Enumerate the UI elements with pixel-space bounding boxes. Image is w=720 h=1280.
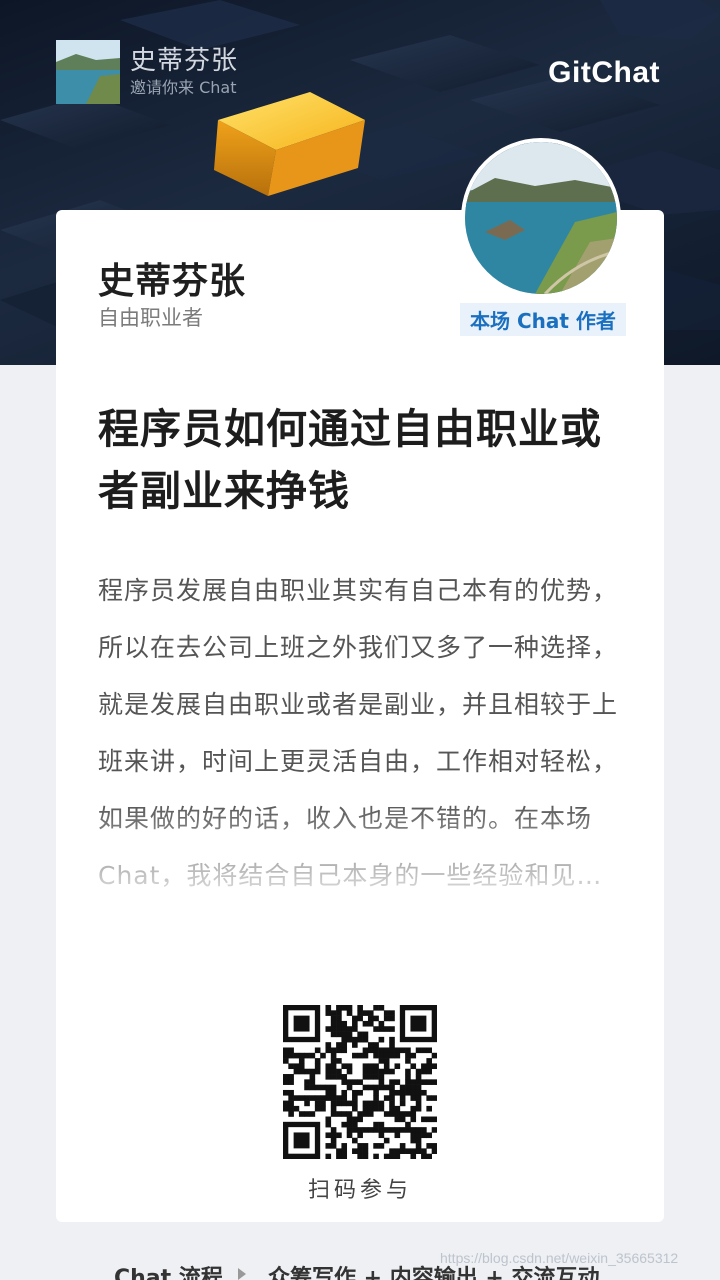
chat-description-block: 程序员发展自由职业其实有自己本有的优势，所以在去公司上班之外我们又多了一种选择，…: [98, 562, 626, 952]
inviter-info: 史蒂芬张 邀请你来 Chat: [56, 40, 238, 104]
qr-caption: 扫码参与: [307, 1178, 412, 1203]
qr-code[interactable]: [283, 1005, 438, 1160]
chat-title: 程序员如何通过自由职业或者副业来挣钱: [98, 405, 602, 515]
qr-code-image: [283, 1005, 438, 1160]
triangle-right-icon: [238, 1268, 246, 1280]
inviter-avatar: [56, 40, 120, 104]
author-badge: 本场 Chat 作者: [460, 303, 626, 336]
chat-description: 程序员发展自由职业其实有自己本有的优势，所以在去公司上班之外我们又多了一种选择，…: [98, 576, 619, 890]
chat-card: 史蒂芬张 自由职业者 本场 Chat 作者 程序员如何通过自由职业或者副业来挣钱…: [56, 138, 664, 1222]
inviter-name: 史蒂芬张: [130, 46, 239, 76]
watermark: https://blog.csdn.net/weixin_35665312: [440, 1250, 679, 1266]
author-role: 自由职业者: [98, 306, 203, 330]
gold-cube: [214, 92, 365, 196]
gitchat-logo: GitChat: [548, 56, 660, 89]
footer-label: Chat 流程: [114, 1266, 223, 1280]
author-avatar: [461, 138, 621, 298]
author-name: 史蒂芬张: [98, 261, 247, 302]
inviter-subtitle: 邀请你来 Chat: [130, 78, 237, 97]
